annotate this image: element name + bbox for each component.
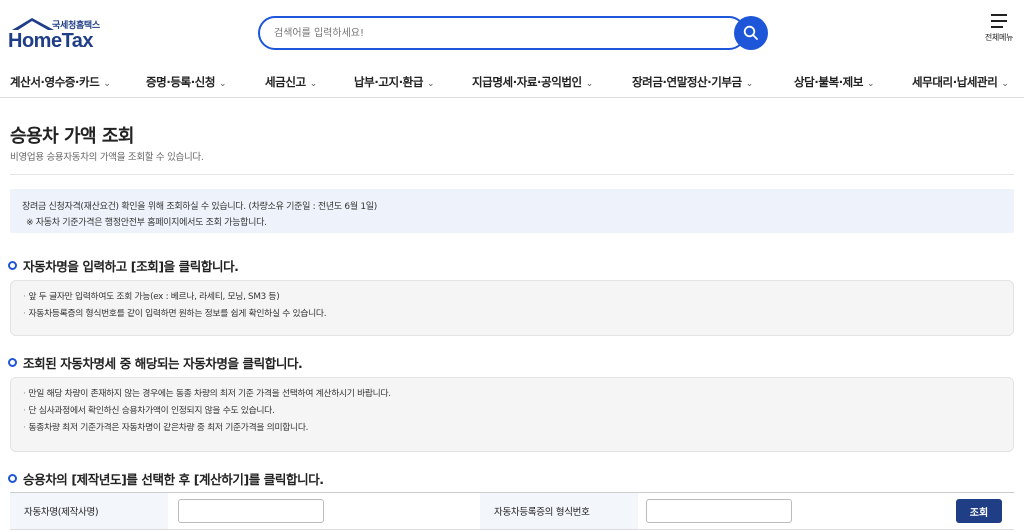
section-title: 자동차명을 입력하고 [조회]을 클릭합니다. xyxy=(8,256,239,275)
nav-item-incentive[interactable]: 장려금·연말정산·기부금 ⌄ xyxy=(632,74,753,90)
info-note: ※ 자동차 기준가격은 행정안전부 홈페이지에서도 조회 가능합니다. xyxy=(26,218,267,228)
divider xyxy=(10,174,1014,175)
info-text: 장려금 신청자격(재산요건) 확인을 위해 조회하실 수 있습니다. (차량소유… xyxy=(22,202,377,212)
nav-item-tax-agent[interactable]: 세무대리·납세관리 ⌄ xyxy=(912,74,1009,90)
main-nav: 계산서·영수증·카드 ⌄ 증명·등록·신청 ⌄ 세금신고 ⌄ 납부·고지·환급 ⌄ 지급… xyxy=(0,66,1024,98)
car-name-input[interactable] xyxy=(178,499,324,523)
chevron-down-icon: ⌄ xyxy=(103,79,111,89)
car-name-label: 자동차명(제작사명) xyxy=(10,493,168,529)
search-button[interactable] xyxy=(734,16,768,50)
list-item: · 앞 두 글자만 입력하여도 조회 가능(ex : 베르나, 라세티, 모닝, … xyxy=(23,292,280,302)
type-number-input[interactable] xyxy=(646,499,792,523)
nav-item-tax-report[interactable]: 세금신고 ⌄ xyxy=(265,74,317,90)
all-menu-label: 전체메뉴 xyxy=(984,33,1014,42)
query-button[interactable]: 조회 xyxy=(956,499,1002,523)
section-title: 승용차의 [제작년도]를 선택한 후 [계산하기]를 클릭합니다. xyxy=(8,469,324,488)
note-box: · 만일 해당 차량이 존재하지 않는 경우에는 동종 차량의 최저 기준 가격을… xyxy=(10,377,1014,452)
circle-bullet-icon xyxy=(8,358,17,367)
chevron-down-icon: ⌄ xyxy=(1001,79,1009,89)
chevron-down-icon: ⌄ xyxy=(219,79,227,89)
list-item: · 자동차등록증의 형식번호를 같이 입력하면 원하는 정보를 쉽게 확인하실 수… xyxy=(23,309,327,319)
header: 국세청홈택스 HomeTax 전체메뉴 xyxy=(0,0,1024,66)
logo-title: HomeTax xyxy=(8,30,94,52)
page-title: 승용차 가액 조회 xyxy=(10,126,134,147)
chevron-down-icon: ⌄ xyxy=(745,79,754,89)
menu-icon xyxy=(991,14,1007,16)
circle-bullet-icon xyxy=(8,261,17,270)
section-title: 조회된 자동차명세 중 해당되는 자동차명을 클릭합니다. xyxy=(8,353,303,372)
chevron-down-icon: ⌄ xyxy=(867,79,875,89)
nav-item-payment[interactable]: 납부·고지·환급 ⌄ xyxy=(354,74,435,90)
nav-item-invoice[interactable]: 계산서·영수증·카드 ⌄ xyxy=(10,74,111,90)
nav-item-statements[interactable]: 지급명세·자료·공익법인 ⌄ xyxy=(472,74,593,90)
search-form: 자동차명(제작사명) 자동차등록증의 형식번호 조회 xyxy=(10,492,1014,530)
type-number-label: 자동차등록증의 형식번호 xyxy=(480,493,638,529)
nav-item-certificate[interactable]: 증명·등록·신청 ⌄ xyxy=(146,74,227,90)
nav-item-consult[interactable]: 상담·불복·제보 ⌄ xyxy=(794,74,875,90)
chevron-down-icon: ⌄ xyxy=(427,79,435,89)
chevron-down-icon: ⌄ xyxy=(309,79,318,89)
note-box: · 앞 두 글자만 입력하여도 조회 가능(ex : 베르나, 라세티, 모닝, … xyxy=(10,280,1014,336)
search-icon xyxy=(743,25,758,40)
info-box: 장려금 신청자격(재산요건) 확인을 위해 조회하실 수 있습니다. (차량소유… xyxy=(10,189,1014,233)
list-item: · 동종차량 최저 기준가격은 자동차명이 같은차량 중 최저 기준가격을 의미합… xyxy=(23,423,309,433)
list-item: · 만일 해당 차량이 존재하지 않는 경우에는 동종 차량의 최저 기준 가격을… xyxy=(23,389,391,399)
search-input[interactable] xyxy=(274,24,714,42)
chevron-down-icon: ⌄ xyxy=(585,79,594,89)
search-box xyxy=(258,16,746,50)
page-description: 비영업용 승용자동차의 가액을 조회할 수 있습니다. xyxy=(10,152,204,163)
all-menu-button[interactable]: 전체메뉴 xyxy=(978,14,1020,54)
list-item: · 단 심사과정에서 확인하신 승용차가액이 인정되지 않을 수도 있습니다. xyxy=(23,406,275,416)
circle-bullet-icon xyxy=(8,474,17,483)
